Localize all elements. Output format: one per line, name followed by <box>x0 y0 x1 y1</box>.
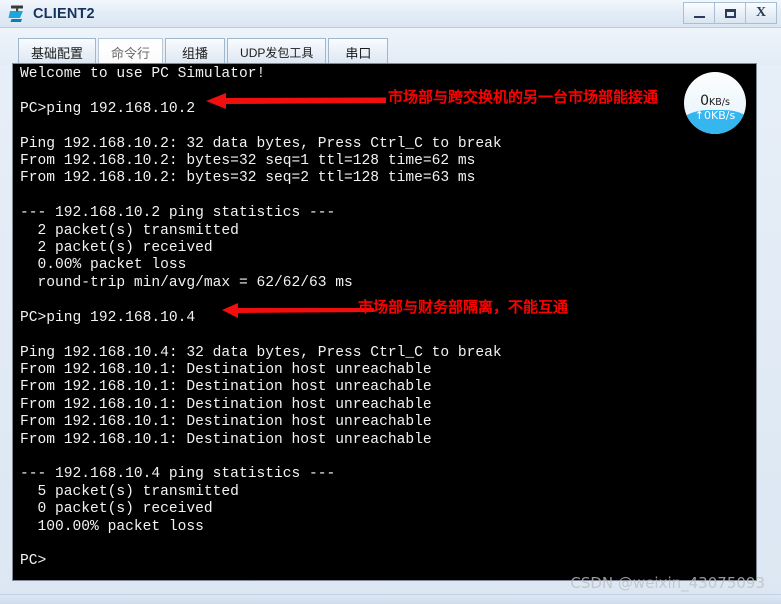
download-rate-value: 0 <box>700 93 709 109</box>
pc-terminal-icon <box>8 5 23 22</box>
tab-udp-packet-tool[interactable]: UDP发包工具 <box>227 38 327 65</box>
tab-serial-port[interactable]: 串口 <box>328 38 389 65</box>
tab-command-line[interactable]: 命令行 <box>98 38 164 65</box>
window-titlebar: CLIENT2 X <box>0 0 781 28</box>
tab-multicast[interactable]: 组播 <box>165 38 226 65</box>
annotation-arrow-left-icon <box>206 93 386 109</box>
maximize-icon <box>724 8 736 18</box>
close-icon: X <box>755 5 767 20</box>
client2-window: CLIENT2 X 基础配置 命令行 组播 UDP发包工具 串口 Welcome… <box>0 0 781 604</box>
annotation-text-1: 市场部与跨交换机的另一台市场部能接通 <box>388 88 659 106</box>
upload-rate: ↑0KB/s <box>694 109 736 122</box>
window-bottom-strip <box>0 594 781 604</box>
tab-label: 组播 <box>182 45 209 61</box>
tab-label: 命令行 <box>111 45 151 61</box>
download-rate-unit: KB/s <box>709 97 730 108</box>
network-speed-widget[interactable]: 0KB/s ↑0KB/s <box>684 72 746 134</box>
annotation-text-2: 市场部与财务部隔离，不能互通 <box>358 298 569 316</box>
close-button[interactable]: X <box>745 2 777 24</box>
tab-basic-config[interactable]: 基础配置 <box>18 38 97 65</box>
minimize-icon <box>693 15 705 18</box>
minimize-button[interactable] <box>683 2 715 24</box>
download-rate: 0KB/s <box>684 94 746 108</box>
maximize-button[interactable] <box>714 2 746 24</box>
tab-bar: 基础配置 命令行 组播 UDP发包工具 串口 <box>0 28 781 65</box>
window-controls: X <box>683 2 777 24</box>
terminal-console[interactable]: Welcome to use PC Simulator! PC>ping 192… <box>12 63 757 581</box>
tab-label: 基础配置 <box>31 45 84 61</box>
window-title: CLIENT2 <box>33 5 95 22</box>
tab-label: 串口 <box>345 45 372 61</box>
annotation-arrow-left-icon <box>222 303 374 318</box>
tab-label: UDP发包工具 <box>240 45 314 60</box>
